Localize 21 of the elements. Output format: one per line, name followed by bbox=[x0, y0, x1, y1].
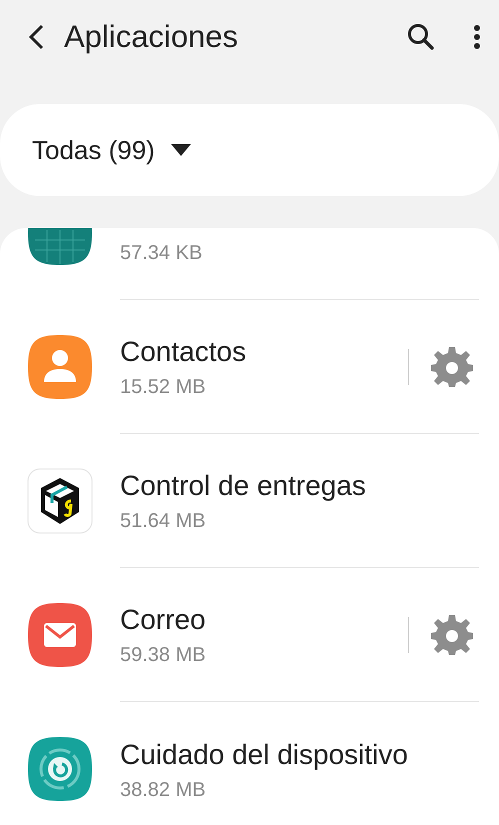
back-icon bbox=[26, 23, 46, 51]
app-name[interactable]: Cuidado del dispositivo bbox=[120, 736, 479, 772]
contacts-app-icon bbox=[27, 334, 93, 400]
app-size: 59.38 MB bbox=[120, 644, 207, 667]
dropdown-arrow-icon bbox=[170, 144, 191, 156]
app-size: 38.82 MB bbox=[120, 778, 207, 802]
package-app-icon bbox=[27, 468, 93, 534]
app-size: 15.52 MB bbox=[120, 376, 207, 399]
app-size: 51.64 MB bbox=[120, 510, 207, 533]
device-care-app-icon bbox=[27, 736, 93, 802]
settings-icon bbox=[431, 614, 473, 656]
app-name[interactable]: Correo bbox=[120, 602, 408, 638]
filter-dropdown[interactable]: Todas (99) bbox=[0, 104, 499, 196]
settings-icon bbox=[431, 346, 473, 388]
app-name[interactable]: Contactos bbox=[120, 334, 408, 370]
mail-app-icon bbox=[27, 602, 93, 668]
app-name[interactable]: Control de entregas bbox=[120, 468, 479, 504]
search-icon bbox=[407, 23, 435, 51]
screen-title: Aplicaciones bbox=[64, 19, 240, 55]
more-options-icon bbox=[473, 24, 481, 50]
app-size: 57.34 KB bbox=[120, 242, 204, 265]
